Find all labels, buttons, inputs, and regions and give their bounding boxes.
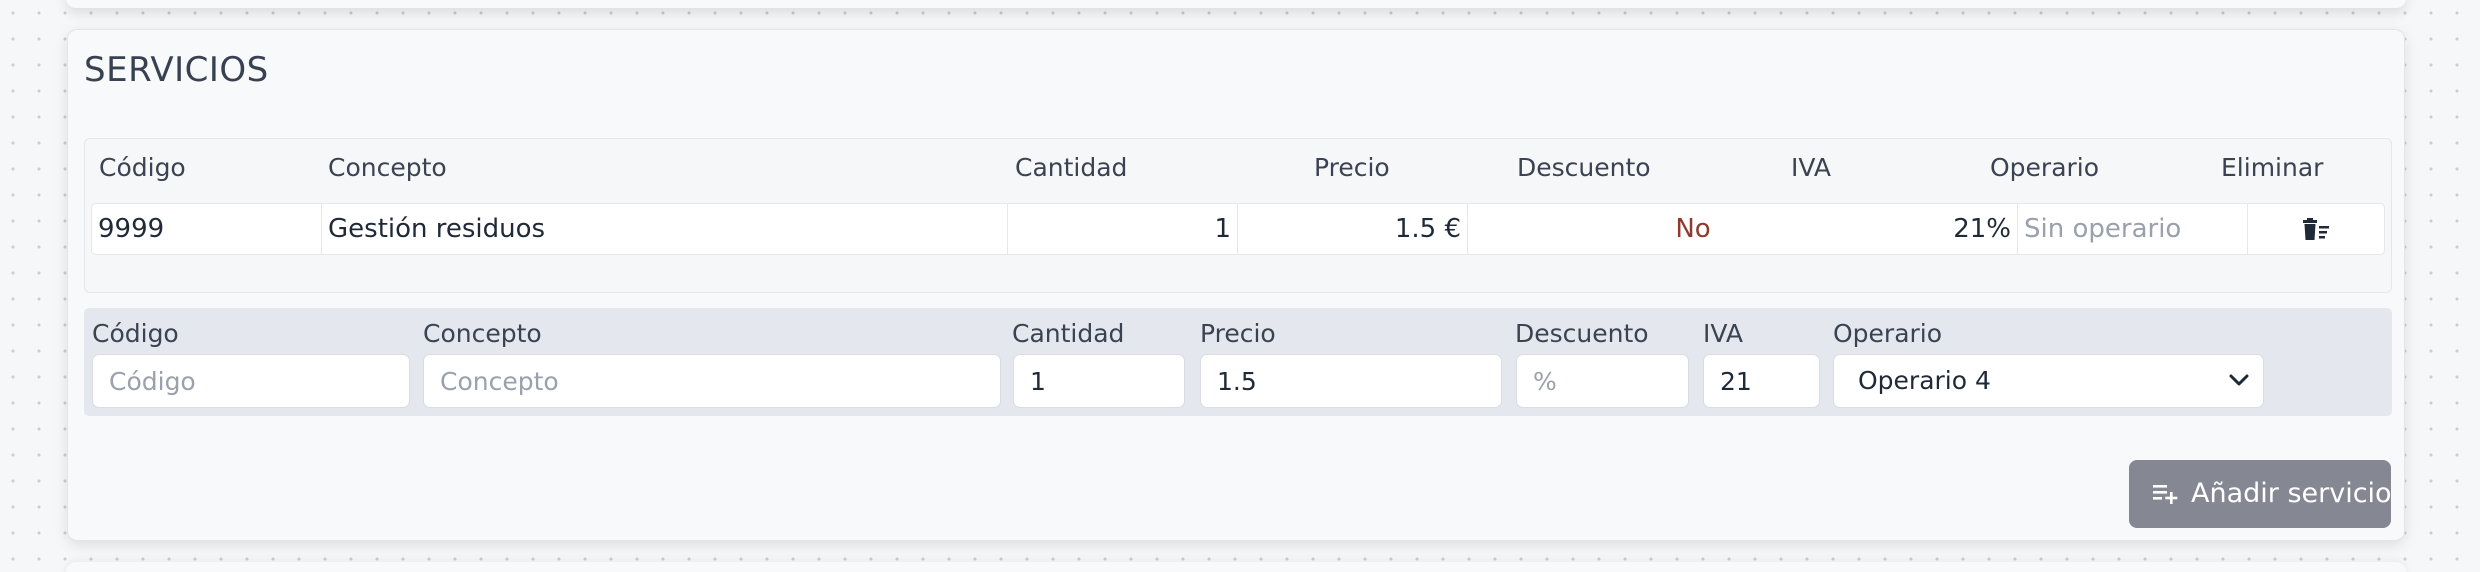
next-card-edge: [66, 562, 2406, 572]
header-eliminar: Eliminar: [2221, 153, 2324, 182]
table-row: 9999 Gestión residuos 1 1.5 € No 21% Sin…: [91, 203, 2385, 255]
concepto-input[interactable]: [423, 354, 1001, 408]
label-precio: Precio: [1200, 319, 1276, 348]
label-concepto: Concepto: [423, 319, 542, 348]
previous-card-edge: [66, 0, 2406, 8]
label-operario: Operario: [1833, 319, 1943, 348]
chevron-down-icon: [2229, 374, 2249, 386]
label-descuento: Descuento: [1515, 319, 1649, 348]
header-iva: IVA: [1791, 153, 1831, 182]
playlist-add-icon: [2153, 485, 2178, 504]
add-service-form: Código Concepto Cantidad Precio Descuent…: [84, 308, 2392, 416]
cell-cantidad: 1: [1008, 204, 1238, 254]
cell-concepto: Gestión residuos: [322, 204, 1008, 254]
descuento-input[interactable]: [1516, 354, 1689, 408]
codigo-input[interactable]: [92, 354, 410, 408]
header-descuento: Descuento: [1517, 153, 1651, 182]
add-service-button[interactable]: Añadir servicio: [2129, 460, 2392, 528]
cell-codigo: 9999: [92, 204, 322, 254]
header-codigo: Código: [99, 153, 186, 182]
services-card: SERVICIOS Código Concepto Cantidad Preci…: [67, 29, 2405, 541]
label-iva: IVA: [1703, 319, 1743, 348]
cell-precio: 1.5 €: [1238, 204, 1468, 254]
header-operario: Operario: [1990, 153, 2100, 182]
precio-input[interactable]: [1200, 354, 1502, 408]
iva-input[interactable]: [1703, 354, 1820, 408]
section-title: SERVICIOS: [84, 50, 269, 90]
header-precio: Precio: [1314, 153, 1390, 182]
header-cantidad: Cantidad: [1015, 153, 1128, 182]
delete-row-button[interactable]: [2248, 204, 2384, 254]
operario-select[interactable]: Operario 4: [1833, 354, 2264, 408]
operario-selected-value: Operario 4: [1858, 366, 1991, 395]
label-cantidad: Cantidad: [1012, 319, 1125, 348]
label-codigo: Código: [92, 319, 179, 348]
header-concepto: Concepto: [328, 153, 447, 182]
cantidad-input[interactable]: [1013, 354, 1185, 408]
cell-iva: 21%: [1818, 204, 2018, 254]
add-service-label: Añadir servicio: [2191, 478, 2392, 509]
services-table: Código Concepto Cantidad Precio Descuent…: [84, 138, 2392, 293]
cell-operario: Sin operario: [2018, 204, 2248, 254]
trash-icon: [2303, 217, 2329, 240]
